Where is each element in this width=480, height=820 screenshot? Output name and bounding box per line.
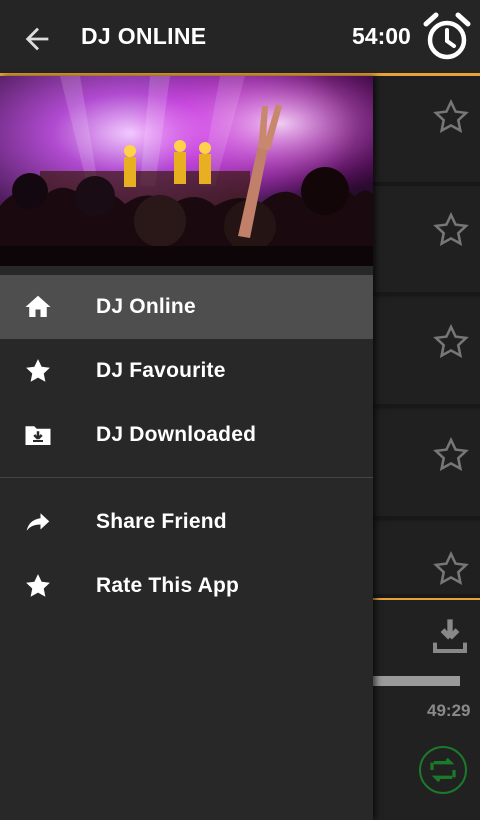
star-outline-icon[interactable] — [432, 550, 470, 588]
menu-item-label: Rate This App — [96, 574, 239, 597]
arrow-left-icon[interactable] — [20, 22, 54, 56]
menu-item-dj-favourite[interactable]: DJ Favourite — [0, 339, 373, 403]
sleep-timer-label: 54:00 — [352, 23, 411, 49]
alarm-clock-icon[interactable] — [423, 12, 471, 62]
menu-item-label: DJ Online — [96, 295, 196, 318]
folder-download-icon — [25, 426, 51, 445]
star-icon — [26, 574, 50, 597]
menu-divider — [0, 477, 373, 478]
star-outline-icon[interactable] — [432, 211, 470, 249]
repeat-icon — [430, 757, 456, 783]
share-arrow-icon — [26, 513, 50, 531]
menu-item-rate-app[interactable]: Rate This App — [0, 554, 373, 618]
drawer-menu: DJ Online DJ Favourite DJ Downloaded Sha… — [0, 275, 373, 618]
repeat-button[interactable] — [419, 746, 467, 794]
star-outline-icon[interactable] — [432, 98, 470, 136]
total-time: 49:29 — [427, 701, 471, 720]
progress-bar[interactable] — [372, 676, 460, 686]
star-icon — [26, 359, 50, 382]
home-icon — [25, 295, 51, 317]
menu-item-label: Share Friend — [96, 510, 227, 533]
star-outline-icon[interactable] — [432, 436, 470, 474]
menu-item-label: DJ Downloaded — [96, 423, 257, 446]
menu-item-dj-online[interactable]: DJ Online — [0, 275, 373, 339]
download-icon[interactable] — [430, 616, 470, 656]
app-bar: DJ ONLINE 54:00 — [0, 0, 480, 76]
star-outline-icon[interactable] — [432, 323, 470, 361]
navigation-drawer: DJ Online DJ Favourite DJ Downloaded Sha… — [0, 76, 373, 820]
page-title: DJ ONLINE — [81, 23, 207, 49]
menu-item-label: DJ Favourite — [96, 359, 226, 382]
menu-item-dj-downloaded[interactable]: DJ Downloaded — [0, 403, 373, 467]
drawer-header-image — [0, 76, 373, 266]
menu-item-share-friend[interactable]: Share Friend — [0, 490, 373, 554]
